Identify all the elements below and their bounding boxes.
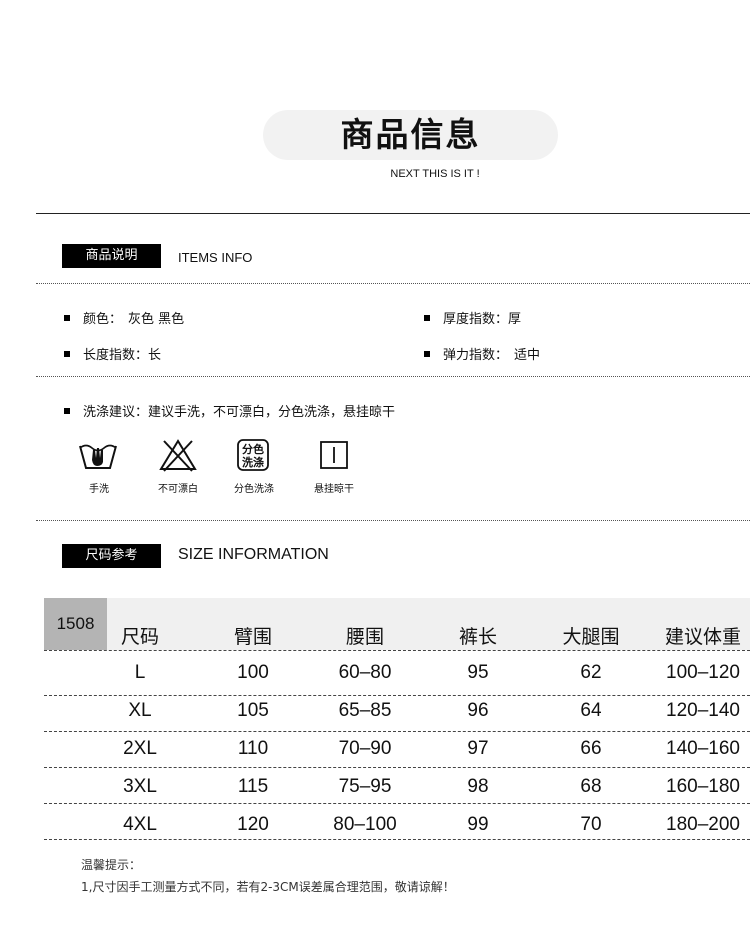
- table-cell: 75–95: [338, 776, 392, 797]
- dotted-divider: [36, 283, 750, 284]
- table-cell: 95: [467, 662, 489, 683]
- row-divider: [44, 803, 750, 804]
- wash-glyph-top: 分色: [242, 442, 264, 456]
- attr-label: 弹力指数：: [443, 348, 509, 363]
- title-pill: 商品信息: [263, 110, 558, 160]
- table-cell: 3XL: [123, 776, 157, 797]
- items-section-label: 商品说明: [62, 244, 161, 268]
- table-cell: 115: [237, 776, 269, 797]
- bullet-icon: [64, 407, 70, 414]
- table-cell: 64: [580, 700, 602, 721]
- hang-dry-icon: [320, 441, 348, 469]
- notes-title: 温馨提示：: [81, 858, 142, 872]
- table-cell: 96: [467, 700, 489, 721]
- attr-label: 颜色：: [83, 312, 123, 327]
- table-cell: 60–80: [338, 662, 392, 683]
- table-cell: 65–85: [338, 700, 392, 721]
- hand-wash-icon: [79, 444, 117, 469]
- table-cell: 160–180: [666, 776, 740, 797]
- table-header: 尺码: [120, 626, 159, 648]
- table-cell: L: [134, 662, 146, 683]
- attr-label: 厚度指数：: [443, 312, 509, 327]
- header-divider: [36, 213, 750, 214]
- bullet-icon: [64, 350, 70, 357]
- page-title: 商品信息: [340, 115, 481, 154]
- table-header: 大腿围: [562, 626, 620, 648]
- table-cell: 99: [467, 814, 489, 835]
- table-cell: 105: [237, 700, 269, 721]
- table-cell: 62: [580, 662, 602, 683]
- row-divider: [44, 650, 750, 651]
- table-header: 裤长: [458, 626, 497, 648]
- attr-label: 长度指数：: [83, 348, 149, 363]
- table-cell: 2XL: [123, 738, 157, 759]
- table-cell: 140–160: [666, 738, 740, 759]
- table-cell: 180–200: [666, 814, 740, 835]
- dotted-divider: [36, 376, 750, 377]
- attr-value: 适中: [514, 348, 541, 363]
- attr-thickness: 厚度指数： 厚: [424, 308, 521, 327]
- table-header: 腰围: [345, 626, 384, 648]
- size-section-label-en: SIZE INFORMATION: [178, 546, 329, 563]
- attr-value: 厚: [508, 312, 522, 327]
- row-divider: [44, 839, 750, 840]
- attr-length: 长度指数： 长: [64, 344, 161, 363]
- table-cell: 4XL: [123, 814, 157, 835]
- items-section-label-en: ITEMS INFO: [178, 250, 253, 265]
- table-cell: 100: [237, 662, 269, 683]
- attr-washing: 洗涤建议： 建议手洗，不可漂白，分色洗涤，悬挂晾干: [64, 401, 395, 420]
- table-header: 建议体重: [664, 626, 741, 648]
- bullet-icon: [64, 314, 70, 321]
- table-cell: 98: [467, 776, 489, 797]
- row-divider: [44, 695, 750, 696]
- table-header: 臂围: [233, 626, 272, 648]
- wash-glyph-bottom: 洗涤: [242, 455, 264, 469]
- wash-caption: 不可漂白: [158, 484, 198, 495]
- attr-value: 长: [148, 348, 162, 363]
- no-bleach-icon: [159, 439, 197, 472]
- table-cell: XL: [128, 700, 152, 721]
- row-divider: [44, 767, 750, 768]
- table-cell: 68: [580, 776, 602, 797]
- dotted-divider: [36, 520, 750, 521]
- table-cell: 120: [237, 814, 269, 835]
- table-cell: 110: [237, 738, 269, 759]
- notes-line: 1,尺寸因手工测量方式不同，若有2-3CM误差属合理范围，敬请谅解！: [81, 880, 455, 894]
- table-cell: 97: [467, 738, 489, 759]
- table-cell: 66: [580, 738, 602, 759]
- attr-value: 建议手洗，不可漂白，分色洗涤，悬挂晾干: [148, 405, 396, 420]
- bullet-icon: [424, 314, 430, 321]
- table-cell: 70: [580, 814, 602, 835]
- table-cell: 120–140: [666, 700, 740, 721]
- wash-caption: 手洗: [89, 484, 109, 495]
- bullet-icon: [424, 350, 430, 357]
- attr-color: 颜色： 灰色 黑色: [64, 308, 184, 327]
- table-cell: 100–120: [666, 662, 740, 683]
- size-section-label: 尺码参考: [62, 544, 161, 568]
- row-divider: [44, 731, 750, 732]
- wash-caption: 悬挂晾干: [314, 484, 354, 495]
- table-cell: 70–90: [338, 738, 392, 759]
- separate-color-wash-icon: 分色 洗涤: [237, 439, 269, 471]
- attr-label: 洗涤建议：: [83, 405, 149, 420]
- page-subtitle: NEXT THIS IS IT !: [390, 168, 480, 180]
- table-cell: 80–100: [333, 814, 397, 835]
- attr-elasticity: 弹力指数： 适中: [424, 344, 540, 363]
- wash-caption: 分色洗涤: [234, 484, 274, 495]
- attr-value: 灰色 黑色: [128, 312, 185, 327]
